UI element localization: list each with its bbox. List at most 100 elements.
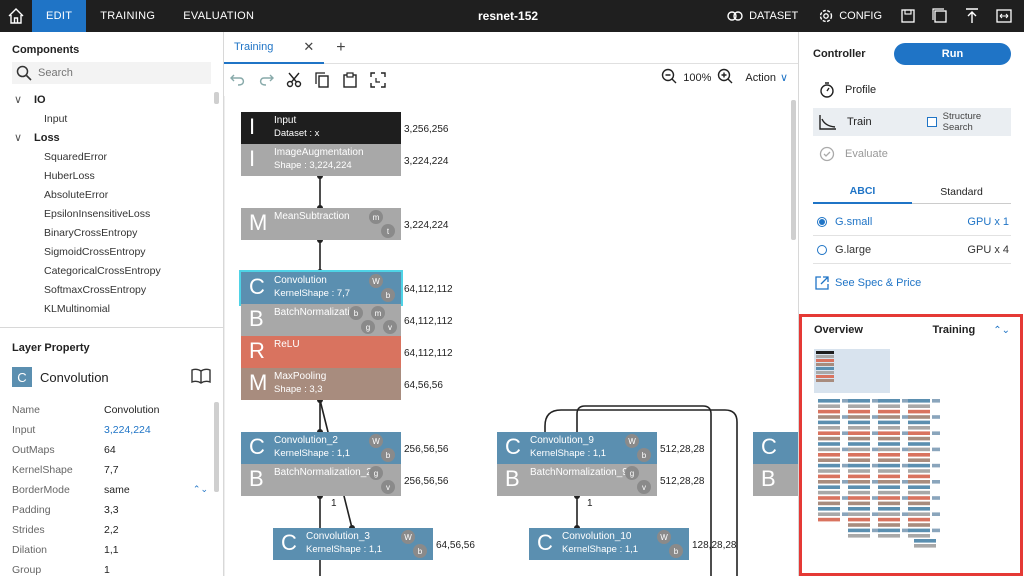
property-value[interactable]: 1 — [104, 564, 214, 576]
graph-node[interactable]: I ImageAugmentation Shape : 3,224,224 — [241, 144, 401, 176]
node-parameter-port[interactable]: b — [381, 288, 395, 302]
node-parameter-port[interactable]: W — [625, 434, 639, 448]
evaluate-item[interactable]: Evaluate — [813, 140, 1011, 168]
overview-minimap[interactable] — [814, 349, 962, 549]
cut-button[interactable] — [280, 66, 308, 94]
components-scrollbar[interactable] — [214, 92, 219, 104]
redo-button[interactable] — [252, 66, 280, 94]
property-row[interactable]: Dilation 1,1 — [0, 540, 214, 560]
tree-item[interactable]: CategoricalCrossEntropy — [0, 261, 214, 280]
graph-node[interactable]: B BatchNormalization_9 g v — [497, 464, 657, 496]
paste-button[interactable] — [336, 66, 364, 94]
save-button[interactable] — [894, 0, 922, 32]
tree-item[interactable]: KLMultinomial — [0, 299, 214, 318]
property-row[interactable]: Input 3,224,224 — [0, 420, 214, 440]
home-button[interactable] — [0, 0, 32, 32]
zoom-out-button[interactable] — [661, 68, 677, 87]
select-area-button[interactable] — [364, 66, 392, 94]
node-parameter-port[interactable]: g — [361, 320, 375, 334]
upload-button[interactable] — [958, 0, 986, 32]
tree-group-loss[interactable]: ∨ Loss — [0, 128, 214, 147]
config-button[interactable]: CONFIG — [810, 0, 890, 32]
graph-node[interactable]: C Convolution_9 KernelShape : 1,1 Wb — [497, 432, 657, 464]
node-parameter-port[interactable]: W — [369, 274, 383, 288]
property-row[interactable]: Strides 2,2 — [0, 520, 214, 540]
tree-item[interactable]: HuberLoss — [0, 166, 214, 185]
zoom-in-button[interactable] — [717, 68, 733, 87]
canvas-scrollbar[interactable] — [791, 100, 796, 240]
undo-button[interactable] — [224, 66, 252, 94]
graph-canvas[interactable]: I Input Dataset : x 3,256,256 I ImageAugmenta… — [224, 96, 798, 576]
graph-node[interactable]: B — [753, 464, 798, 496]
property-value[interactable]: Convolution — [104, 404, 214, 416]
node-parameter-port[interactable]: W — [657, 530, 671, 544]
node-parameter-port[interactable]: v — [383, 320, 397, 334]
tab-abci[interactable]: ABCI — [813, 180, 912, 204]
tree-item[interactable]: SquaredError — [0, 147, 214, 166]
tree-item[interactable]: BinaryCrossEntropy — [0, 223, 214, 242]
search-input[interactable] — [38, 67, 198, 79]
profile-item[interactable]: Profile — [813, 76, 1011, 104]
node-parameter-port[interactable]: b — [381, 448, 395, 462]
property-value[interactable]: 64 — [104, 444, 214, 456]
tree-item[interactable]: Input — [0, 109, 214, 128]
panel-divider[interactable] — [0, 327, 224, 328]
node-parameter-port[interactable]: b — [413, 544, 427, 558]
node-parameter-port[interactable]: g — [625, 466, 639, 480]
spec-price-link[interactable]: See Spec & Price — [815, 276, 921, 290]
instance-row-small[interactable]: G.small GPU x 1 — [813, 208, 1011, 236]
property-value[interactable]: 1,1 — [104, 544, 214, 556]
tab-evaluation[interactable]: EVALUATION — [169, 0, 268, 32]
dataset-button[interactable]: DATASET — [718, 0, 806, 32]
node-parameter-port[interactable]: v — [637, 480, 651, 494]
fit-screen-button[interactable] — [990, 0, 1018, 32]
action-menu[interactable]: Action ∨ — [745, 71, 788, 85]
property-row[interactable]: BorderMode same ⌃⌄ — [0, 480, 214, 500]
node-parameter-port[interactable]: b — [349, 306, 363, 320]
graph-node[interactable]: C Convolution_3 KernelShape : 1,1 Wb — [273, 528, 433, 560]
border-mode-select[interactable]: same ⌃⌄ — [104, 484, 214, 496]
node-parameter-port[interactable]: b — [637, 448, 651, 462]
node-parameter-port[interactable]: v — [381, 480, 395, 494]
tree-item[interactable]: SigmoidCrossEntropy — [0, 242, 214, 261]
help-book-button[interactable] — [191, 368, 211, 387]
structure-search-toggle[interactable]: Structure Search — [927, 111, 1011, 133]
graph-node[interactable]: M MaxPooling Shape : 3,3 — [241, 368, 401, 400]
graph-node[interactable]: B BatchNormalization b g m v — [241, 304, 401, 336]
property-value[interactable]: 3,3 — [104, 504, 214, 516]
node-parameter-port[interactable]: b — [669, 544, 683, 558]
node-parameter-port[interactable]: t — [381, 224, 395, 238]
tab-standard[interactable]: Standard — [912, 180, 1011, 204]
graph-node[interactable]: C Convolution KernelShape : 7,7 Wb — [239, 270, 403, 306]
save-as-button[interactable] — [926, 0, 954, 32]
copy-button[interactable] — [308, 66, 336, 94]
tree-item[interactable]: AbsoluteError — [0, 185, 214, 204]
property-row[interactable]: Name Convolution — [0, 400, 214, 420]
graph-node[interactable]: C Convolution_2 KernelShape : 1,1 Wb — [241, 432, 401, 464]
tab-training[interactable]: TRAINING — [86, 0, 169, 32]
graph-node[interactable]: C — [753, 432, 798, 464]
graph-node[interactable]: B BatchNormalization_2 g v — [241, 464, 401, 496]
node-parameter-port[interactable]: W — [369, 434, 383, 448]
overview-graph-select[interactable]: Training ⌃⌄ — [932, 324, 1010, 336]
tree-item[interactable]: EpsilonInsensitiveLoss — [0, 204, 214, 223]
tree-group-io[interactable]: ∨ IO — [0, 90, 214, 109]
node-parameter-port[interactable]: m — [369, 210, 383, 224]
run-button[interactable]: Run — [894, 43, 1011, 65]
graph-node[interactable]: I Input Dataset : x — [241, 112, 401, 144]
node-parameter-port[interactable]: m — [371, 306, 385, 320]
property-row[interactable]: KernelShape 7,7 — [0, 460, 214, 480]
close-icon[interactable]: ✕ — [303, 39, 314, 55]
property-value[interactable]: 7,7 — [104, 464, 214, 476]
tab-training-graph[interactable]: Training ✕ — [224, 32, 325, 64]
node-parameter-port[interactable]: W — [401, 530, 415, 544]
node-parameter-port[interactable]: g — [369, 466, 383, 480]
property-row[interactable]: OutMaps 64 — [0, 440, 214, 460]
graph-node[interactable]: C Convolution_10 KernelShape : 1,1 Wb — [529, 528, 689, 560]
graph-node[interactable]: R ReLU — [241, 336, 401, 368]
property-value[interactable]: 2,2 — [104, 524, 214, 536]
add-tab-button[interactable]: + — [336, 39, 345, 57]
tab-edit[interactable]: EDIT — [32, 0, 87, 32]
components-search[interactable] — [12, 62, 211, 84]
property-row[interactable]: Padding 3,3 — [0, 500, 214, 520]
